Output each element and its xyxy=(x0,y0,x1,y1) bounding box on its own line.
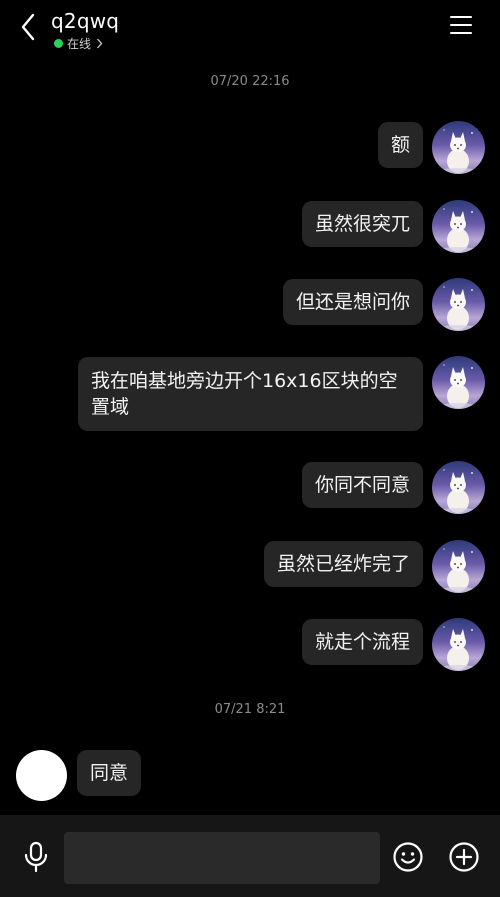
timestamp: 07/20 22:16 xyxy=(210,74,290,89)
more-button[interactable] xyxy=(448,841,480,873)
contact-name[interactable]: q2qwq xyxy=(51,9,119,33)
chat-header: q2qwq 在线 xyxy=(0,0,500,56)
user-avatar[interactable] xyxy=(432,461,485,514)
message-bubble-outgoing[interactable]: 就走个流程 xyxy=(301,619,423,665)
hamburger-menu-icon xyxy=(450,16,472,18)
message-bubble-outgoing[interactable]: 虽然很突兀 xyxy=(301,201,423,247)
message-bubble-outgoing[interactable]: 虽然已经炸完了 xyxy=(263,541,423,587)
user-avatar[interactable] xyxy=(432,200,485,253)
emoji-button[interactable] xyxy=(392,841,424,873)
microphone-icon xyxy=(24,841,48,873)
chevron-left-icon xyxy=(21,13,35,41)
user-avatar[interactable] xyxy=(432,618,485,671)
chevron-right-icon xyxy=(96,38,103,49)
message-bubble-incoming[interactable]: 同意 xyxy=(77,750,142,796)
timestamp: 07/21 8:21 xyxy=(214,702,286,717)
online-status[interactable]: 在线 xyxy=(54,35,103,52)
message-bubble-outgoing[interactable]: 额 xyxy=(377,122,423,168)
message-bubble-outgoing[interactable]: 我在咱基地旁边开个16x16区块的空置域 xyxy=(78,357,423,431)
back-button[interactable] xyxy=(14,12,42,42)
online-dot-icon xyxy=(54,39,63,48)
menu-button[interactable] xyxy=(450,16,474,38)
user-avatar[interactable] xyxy=(432,121,485,174)
voice-button[interactable] xyxy=(22,841,50,873)
smiley-icon xyxy=(393,842,423,872)
message-input[interactable] xyxy=(64,832,380,884)
user-avatar[interactable] xyxy=(432,356,485,409)
user-avatar[interactable] xyxy=(432,540,485,593)
online-status-label: 在线 xyxy=(67,37,92,51)
contact-avatar[interactable] xyxy=(16,750,67,801)
user-avatar[interactable] xyxy=(432,278,485,331)
message-bubble-outgoing[interactable]: 但还是想问你 xyxy=(282,279,423,325)
message-bubble-outgoing[interactable]: 你同不同意 xyxy=(301,462,423,508)
plus-circle-icon xyxy=(449,842,479,872)
input-bar xyxy=(0,815,500,897)
